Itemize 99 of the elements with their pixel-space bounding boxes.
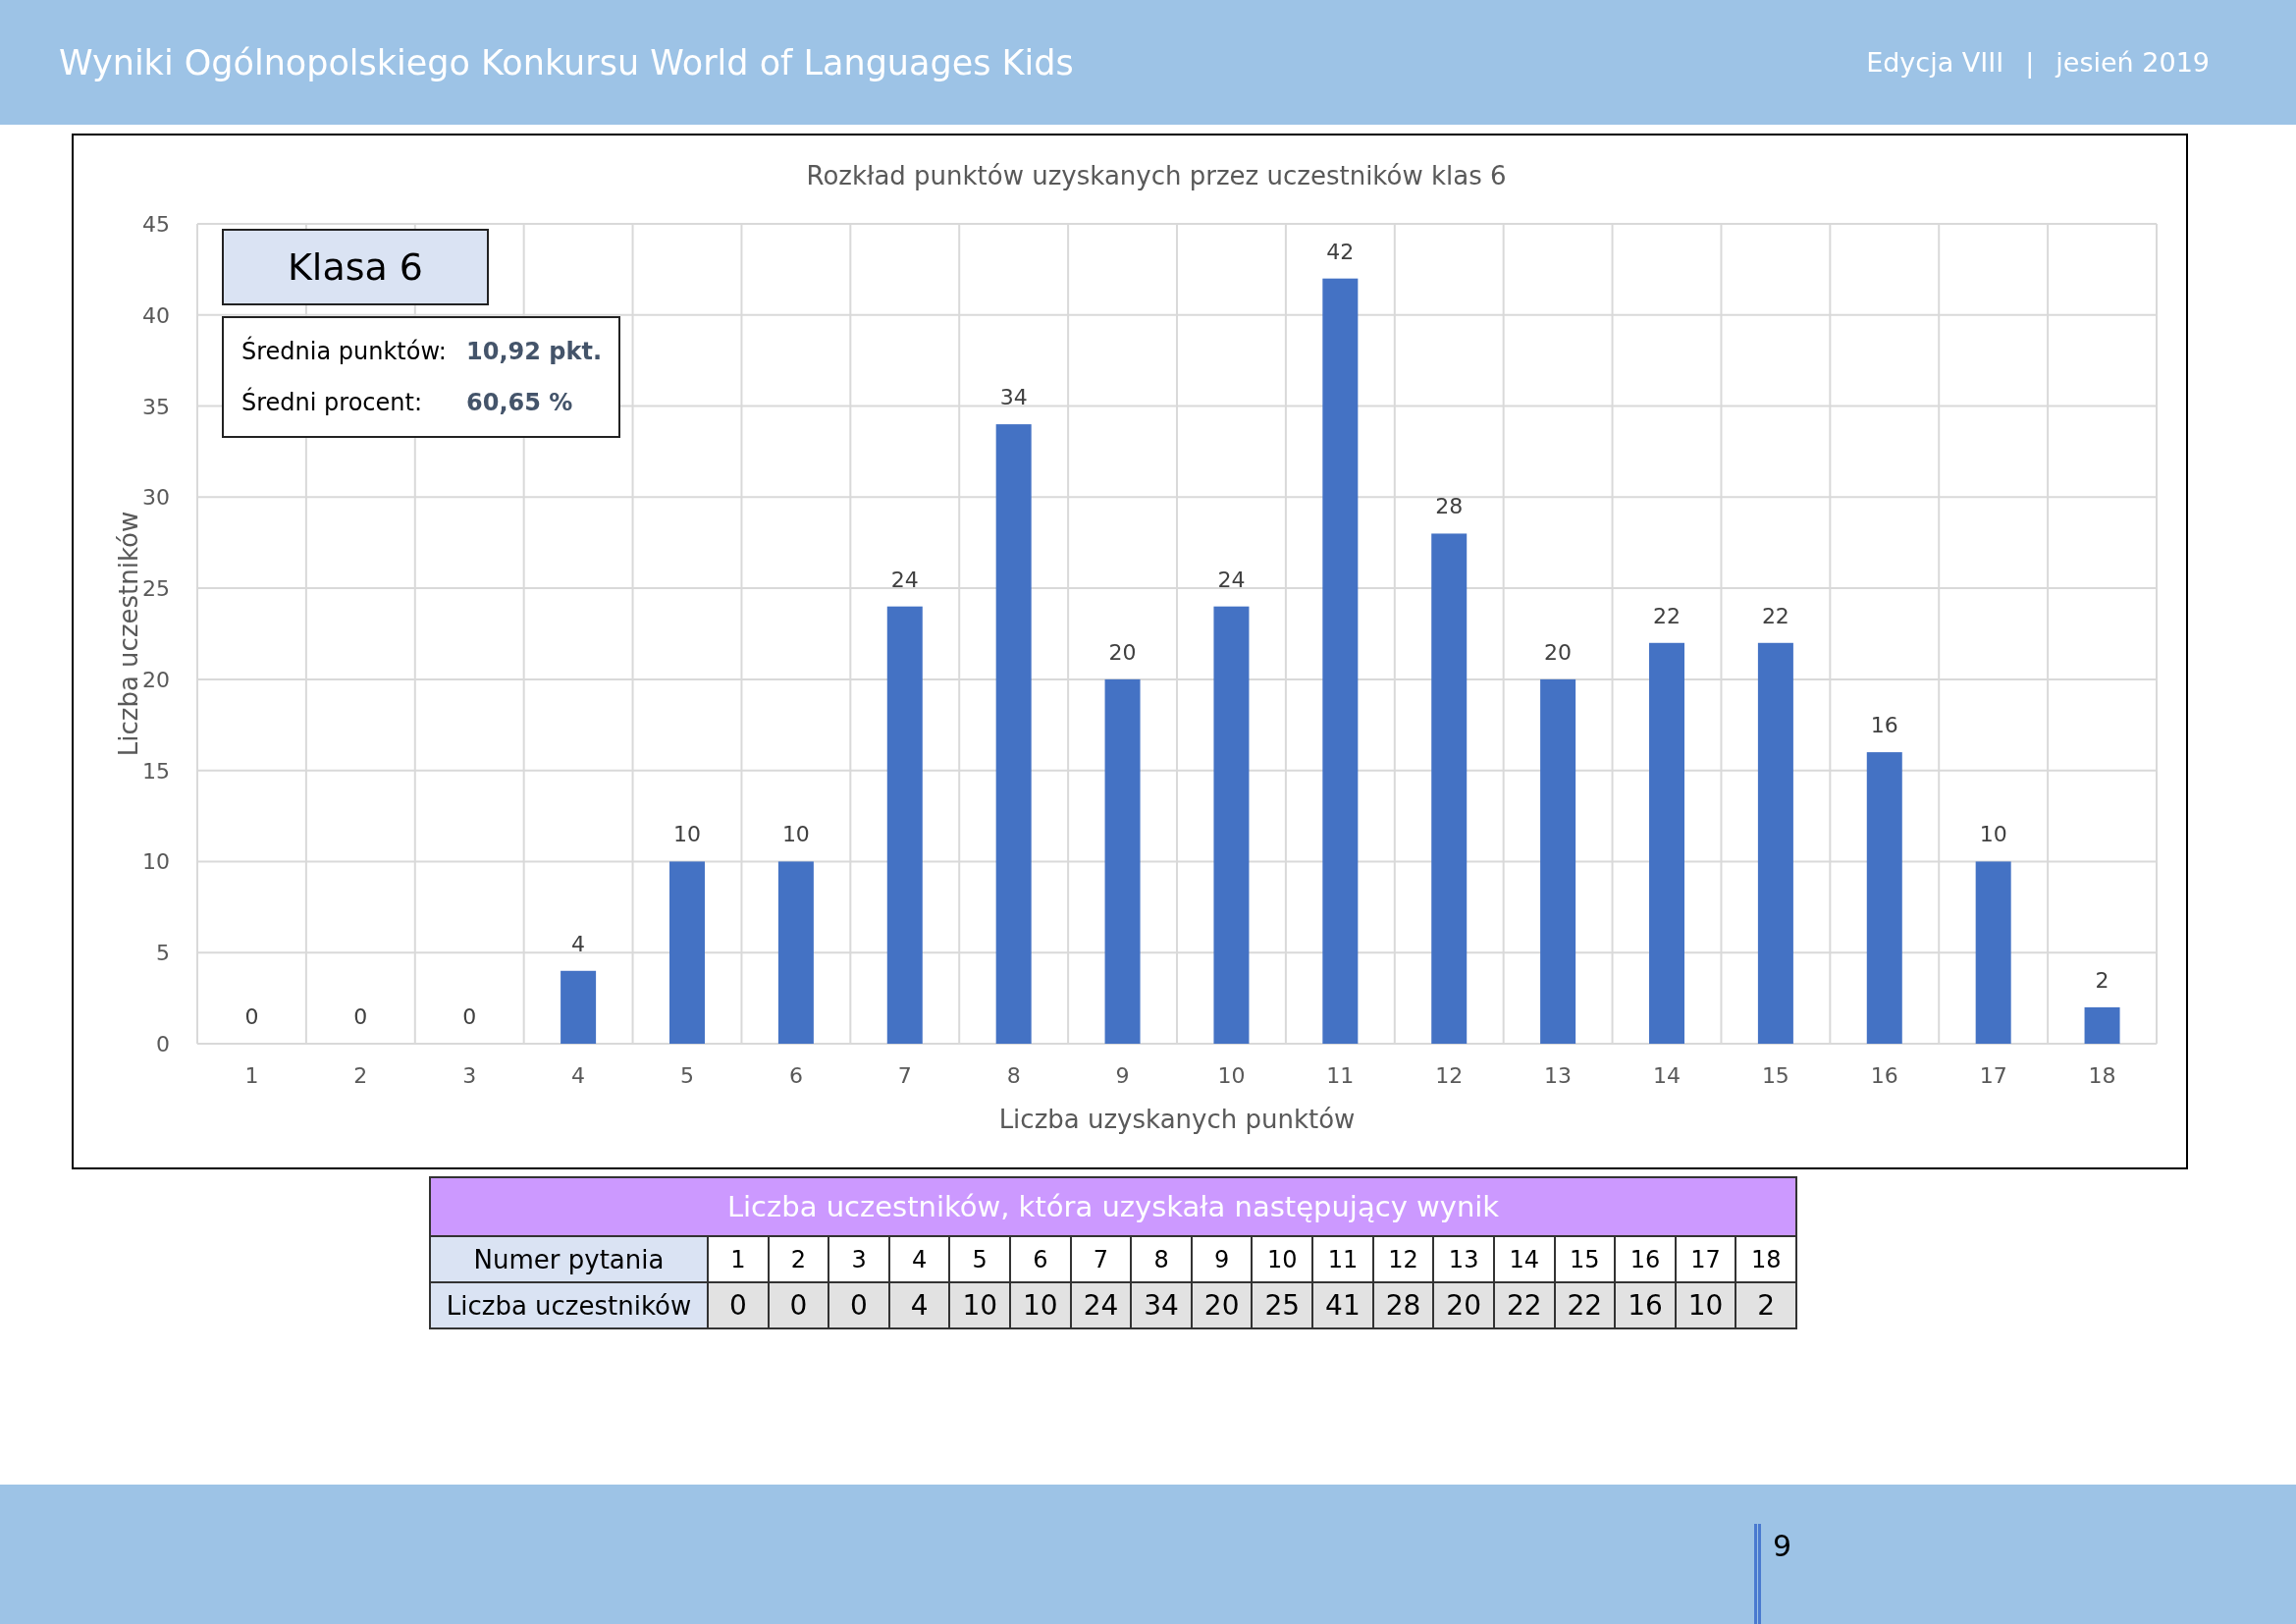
table-cell: 12: [1373, 1237, 1435, 1283]
table-cell: 10: [1253, 1237, 1314, 1283]
table-cell: 0: [829, 1283, 890, 1329]
page-number: 9: [1773, 1529, 1792, 1563]
table-cell: 8: [1132, 1237, 1193, 1283]
bar: [2084, 1006, 2120, 1044]
table-cell: 6: [1011, 1237, 1072, 1283]
axis-tick-label: 35: [142, 394, 170, 419]
data-label: 42: [1326, 239, 1355, 264]
table-cell: 34: [1132, 1283, 1193, 1329]
axis-title: Liczba uczestników: [114, 511, 143, 757]
table-cell: 16: [1616, 1237, 1677, 1283]
axis-tick-label: 8: [1006, 1063, 1021, 1088]
axis-tick-label: 16: [1870, 1063, 1898, 1088]
table-cell: 5: [950, 1237, 1012, 1283]
data-label: 0: [462, 1004, 477, 1029]
table-cell: 28: [1373, 1283, 1435, 1329]
axis-tick-label: 7: [897, 1063, 912, 1088]
axis-title: Liczba uzyskanych punktów: [998, 1105, 1356, 1134]
axis-tick-label: 10: [1217, 1063, 1246, 1088]
data-label: 10: [1979, 822, 2007, 847]
table-cell: 17: [1676, 1237, 1737, 1283]
axis-tick-label: 9: [1115, 1063, 1130, 1088]
table-cell: 14: [1494, 1237, 1556, 1283]
table-cell: 10: [1011, 1283, 1072, 1329]
row-header: Numer pytania: [431, 1237, 709, 1283]
axis-tick-label: 30: [142, 485, 170, 511]
separator: |: [2025, 47, 2035, 78]
table-cell: 10: [950, 1283, 1012, 1329]
header-title: Wyniki Ogólnopolskiego Konkursu World of Languages Kids: [59, 42, 1075, 82]
table-cell: 3: [829, 1237, 890, 1283]
table-cell: 2: [1736, 1283, 1797, 1329]
table-cell: 20: [1434, 1283, 1495, 1329]
axis-tick-label: 3: [462, 1063, 477, 1088]
table-cell: 11: [1313, 1237, 1374, 1283]
axis-tick-label: 20: [142, 667, 170, 692]
class-label: Klasa 6: [222, 229, 489, 305]
stat-value: 10,92 pkt.: [466, 338, 602, 365]
table-cell: 0: [709, 1283, 770, 1329]
data-label: 4: [571, 931, 586, 956]
data-label: 22: [1653, 603, 1681, 628]
data-label: 2: [2095, 967, 2109, 993]
stat-label: Średni procent:: [241, 389, 423, 416]
table-cell: 0: [769, 1283, 830, 1329]
row-header: Liczba uczestników: [431, 1283, 709, 1329]
season-label: jesień 2019: [2056, 47, 2210, 78]
table-cell: 25: [1253, 1283, 1314, 1329]
table-cell: 18: [1736, 1237, 1797, 1283]
stat-value: 60,65 %: [466, 389, 574, 416]
table-cell: 15: [1555, 1237, 1617, 1283]
table-cell: 4: [889, 1237, 951, 1283]
data-label: 0: [353, 1004, 368, 1029]
axis-tick-label: 12: [1435, 1063, 1464, 1088]
table-cell: 13: [1434, 1237, 1495, 1283]
data-label: 20: [1544, 639, 1573, 665]
axis-tick-label: 45: [142, 212, 170, 237]
axis-tick-label: 6: [788, 1063, 803, 1088]
table-cell: 9: [1192, 1237, 1254, 1283]
table-cell: 2: [769, 1237, 830, 1283]
table-cell: 22: [1555, 1283, 1617, 1329]
axis-tick-label: 13: [1544, 1063, 1573, 1088]
table-cell: 24: [1071, 1283, 1133, 1329]
data-label: 24: [1217, 567, 1246, 592]
data-label: 16: [1870, 713, 1898, 738]
data-label: 28: [1435, 494, 1464, 519]
axis-tick-label: 1: [244, 1063, 259, 1088]
chart-title: Rozkład punktów uzyskanych przez uczestników klas 6: [806, 161, 1507, 190]
table-cell: 41: [1313, 1283, 1374, 1329]
table-cell: 16: [1616, 1283, 1677, 1329]
axis-tick-label: 15: [1761, 1063, 1789, 1088]
table-cell: 4: [889, 1283, 951, 1329]
axis-tick-label: 5: [156, 941, 170, 966]
table-title: Liczba uczestników, która uzyskała następujący wynik: [431, 1178, 1797, 1237]
edition-label: Edycja VIII: [1866, 47, 2004, 78]
axis-tick-label: 17: [1979, 1063, 2007, 1088]
axis-tick-label: 5: [680, 1063, 694, 1088]
axis-tick-label: 25: [142, 576, 170, 602]
axis-tick-label: 15: [142, 758, 170, 784]
table-cell: 10: [1676, 1283, 1737, 1329]
table-cell: 1: [709, 1237, 770, 1283]
data-label: 0: [244, 1004, 259, 1029]
table-cell: 22: [1494, 1283, 1556, 1329]
axis-tick-label: 2: [353, 1063, 368, 1088]
axis-tick-label: 4: [571, 1063, 586, 1088]
axis-tick-label: 11: [1326, 1063, 1355, 1088]
stat-label: Średnia punktów:: [241, 338, 448, 365]
axis-tick-label: 10: [142, 849, 170, 875]
table-cell: 20: [1192, 1283, 1254, 1329]
data-label: 34: [999, 385, 1028, 410]
data-label: 22: [1761, 603, 1789, 628]
table-cell: 7: [1071, 1237, 1133, 1283]
axis-tick-label: 14: [1653, 1063, 1681, 1088]
data-label: 20: [1108, 639, 1137, 665]
data-label: 10: [673, 822, 701, 847]
data-label: 10: [781, 822, 810, 847]
axis-tick-label: 0: [156, 1032, 170, 1056]
axis-tick-label: 40: [142, 302, 170, 328]
data-label: 24: [890, 567, 919, 592]
axis-tick-label: 18: [2088, 1063, 2116, 1088]
